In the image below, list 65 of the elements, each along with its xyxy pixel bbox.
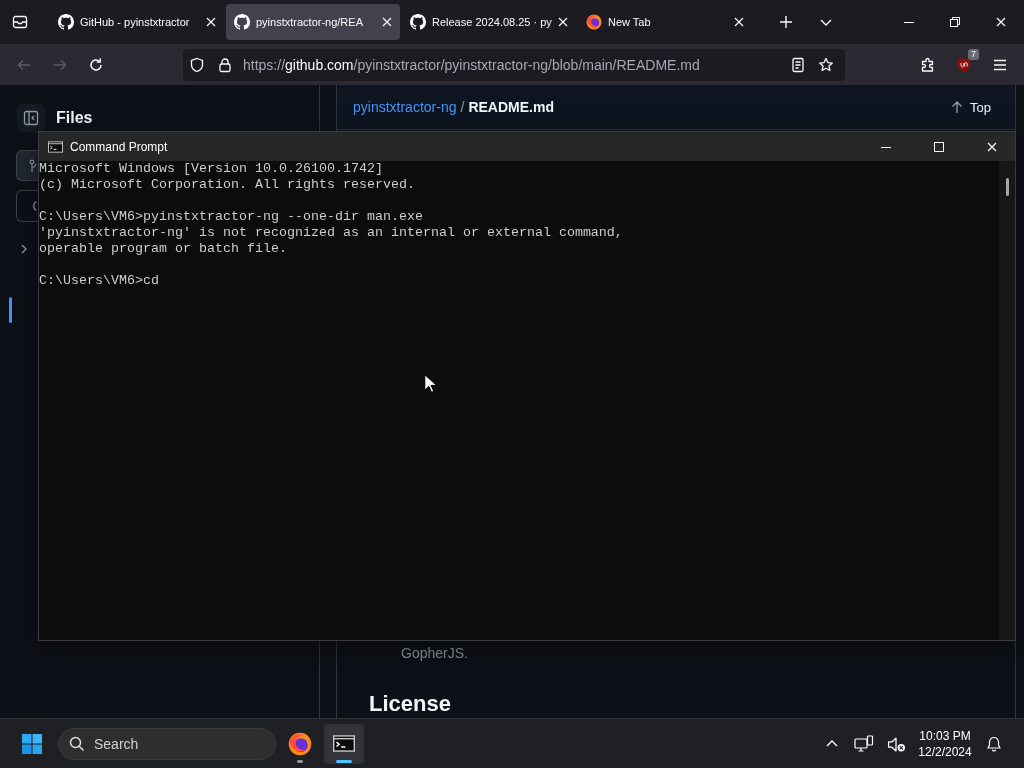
section-heading: License	[369, 690, 452, 718]
terminal-line: C:\Users\VM6>pyinstxtractor-ng --one-dir man.exe	[39, 209, 424, 225]
terminal-line: (c) Microsoft Corporation. All rights reserved.	[39, 177, 416, 193]
sidebar-toggle-button[interactable]	[17, 103, 45, 132]
sidebar-toggle-icon	[23, 109, 39, 126]
app-indicator	[297, 759, 303, 763]
terminal-line: operable program or batch file.	[39, 241, 288, 257]
file-search-field[interactable]	[16, 190, 38, 222]
taskbar-app-button[interactable]	[324, 723, 364, 764]
readme-text: GopherJS.	[400, 644, 469, 663]
close-icon[interactable]	[996, 17, 1006, 27]
terminal-icon[interactable]	[333, 735, 355, 752]
terminal-icon	[48, 140, 63, 153]
shield-icon[interactable]	[189, 56, 205, 73]
document-icon[interactable]	[790, 56, 806, 73]
start-icon[interactable]	[22, 733, 42, 754]
puzzle-icon[interactable]	[920, 56, 936, 73]
bell-icon[interactable]	[986, 735, 1002, 752]
reload-icon[interactable]	[88, 56, 104, 73]
github-icon	[410, 14, 426, 30]
chevron-right-icon[interactable]	[20, 243, 28, 255]
browser-tab[interactable]: GitHub - pyinstxtractor	[50, 4, 224, 40]
selection-bar	[9, 297, 12, 323]
repo-link[interactable]: pyinstxtractor-ng	[353, 99, 457, 115]
top-button[interactable]: Top	[950, 99, 991, 115]
browser-tab[interactable]: Release 2024.08.25 · py	[402, 4, 576, 40]
breadcrumb-separator: /	[460, 99, 465, 115]
plus-icon[interactable]	[779, 15, 793, 29]
clock-time: 10:03 PM	[919, 727, 971, 744]
maximize-icon[interactable]	[934, 141, 944, 152]
close-icon[interactable]	[382, 17, 392, 27]
address-field[interactable]: https://github.com/pyinstxtractor/pyinstxtractor-ng/blob/main/README.md	[183, 48, 845, 81]
monitor-icon[interactable]	[854, 735, 874, 752]
browser-tab[interactable]: New Tab	[578, 4, 752, 40]
extension-shield-icon[interactable]	[956, 56, 972, 73]
browser-logo-icon[interactable]	[288, 731, 312, 756]
github-icon	[234, 14, 250, 30]
close-icon[interactable]	[987, 141, 997, 152]
close-icon[interactable]	[206, 17, 216, 27]
terminal-line: Microsoft Windows [Version 10.0.26100.1742]	[39, 161, 384, 177]
branch-button[interactable]	[16, 150, 38, 181]
terminal-line: C:\Users\VM6>cd	[39, 273, 160, 289]
lock-icon[interactable]	[217, 56, 233, 73]
search-icon	[69, 735, 85, 752]
close-icon[interactable]	[558, 17, 568, 27]
close-icon[interactable]	[734, 17, 744, 27]
scrollbar[interactable]	[999, 161, 1015, 640]
star-icon[interactable]	[818, 56, 834, 73]
github-icon	[58, 14, 74, 30]
branch-icon	[29, 158, 37, 173]
window-title: Command Prompt	[70, 139, 168, 154]
speaker-muted-icon[interactable]	[887, 735, 905, 752]
restore-icon[interactable]	[950, 17, 960, 27]
file-name: README.md	[468, 99, 554, 115]
app-indicator	[336, 759, 352, 763]
tray-icon[interactable]	[12, 14, 28, 30]
search-field[interactable]: Search	[58, 727, 276, 760]
scrollbar-thumb[interactable]	[1005, 178, 1009, 196]
clock-date: 12/2/2024	[918, 743, 972, 760]
count-badge: 7	[968, 48, 979, 60]
mouse-pointer-icon	[424, 374, 436, 393]
sidebar-title: Files	[56, 108, 93, 127]
browser-tab[interactable]: pyinstxtractor-ng/REA	[226, 4, 400, 40]
terminal-line: 'pyinstxtractor-ng' is not recognized as an internal or external command,	[39, 225, 624, 241]
browser-logo-icon	[586, 14, 602, 30]
